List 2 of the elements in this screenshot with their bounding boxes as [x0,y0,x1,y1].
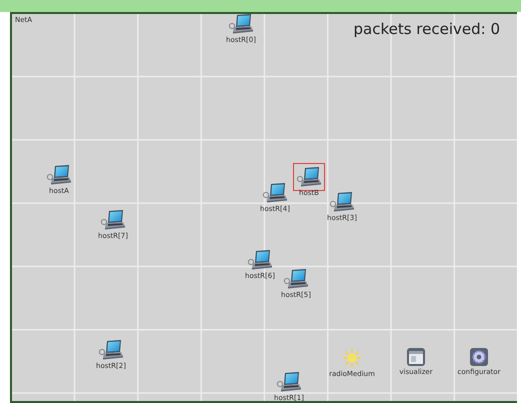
laptop-icon[interactable] [293,163,325,191]
packets-counter: packets received: 0 [353,20,500,38]
